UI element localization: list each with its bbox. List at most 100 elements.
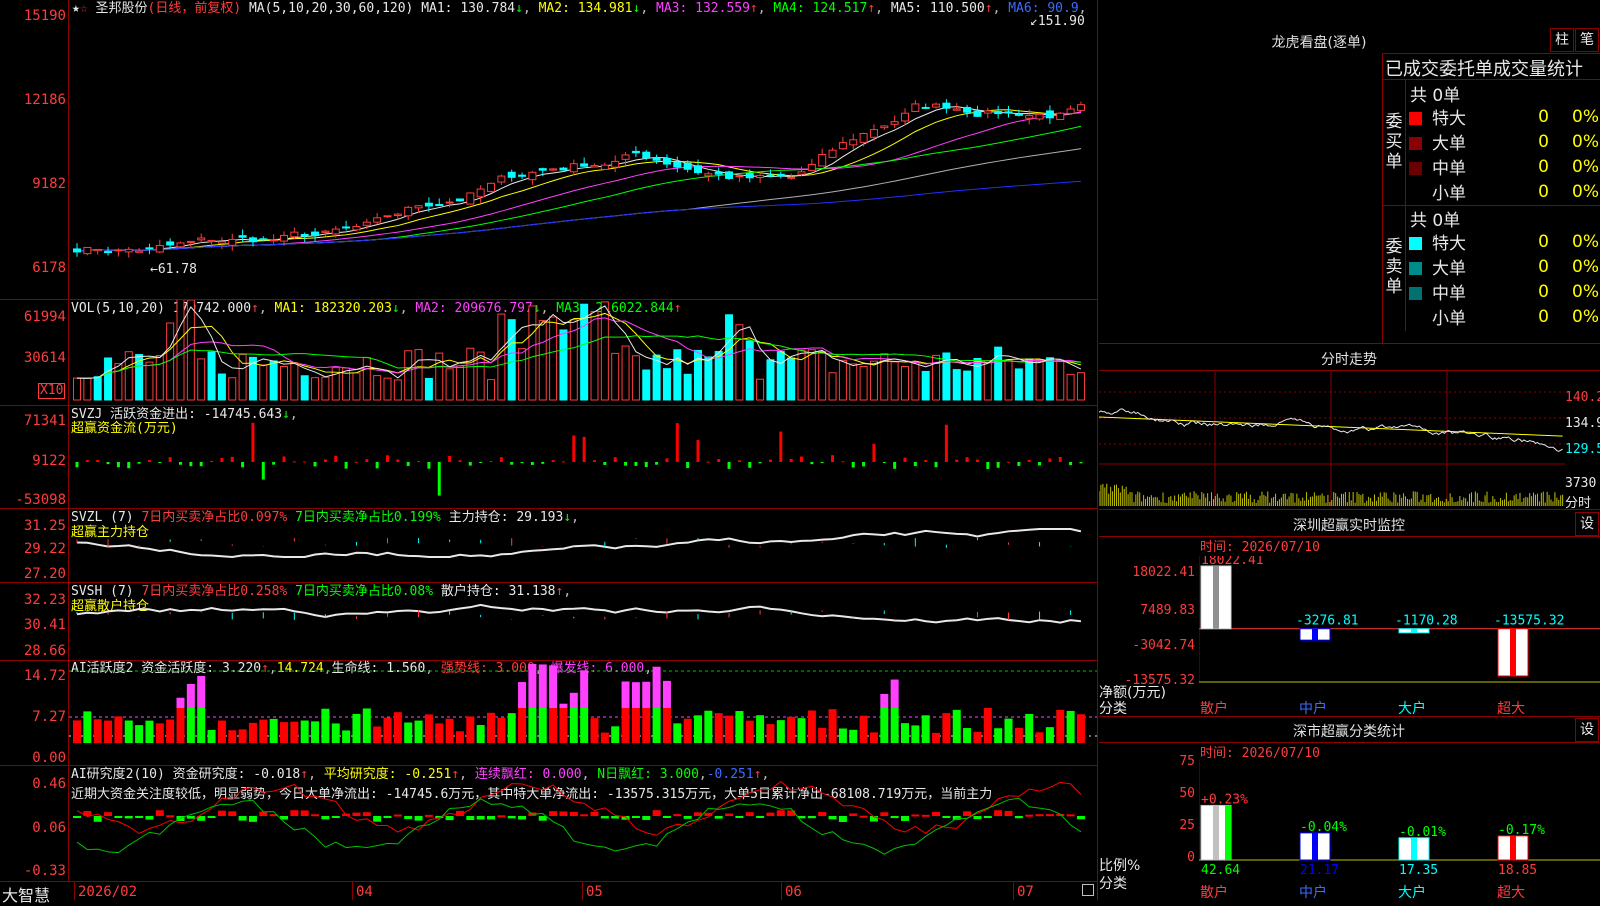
fund-flow-bar xyxy=(903,457,907,462)
volume-bar xyxy=(890,361,899,401)
sz-y-label: 18022.41 xyxy=(1132,565,1195,580)
volume-bar xyxy=(321,376,330,401)
star-icon[interactable]: ☆ xyxy=(80,1,88,16)
fund-flow-bar xyxy=(1058,456,1062,462)
research-bar xyxy=(1025,814,1034,817)
volume-bar xyxy=(1025,358,1034,401)
research-bar xyxy=(642,816,651,820)
main-force-position-chart[interactable] xyxy=(69,509,1097,581)
divider xyxy=(1099,343,1600,344)
intraday-chart[interactable] xyxy=(1099,372,1565,508)
fund-flow-bar xyxy=(499,457,503,462)
research-bar xyxy=(600,816,609,819)
retail-position-chart[interactable] xyxy=(69,583,1097,659)
candle-body xyxy=(787,176,796,179)
activity-bar xyxy=(600,732,609,743)
activity-bar xyxy=(104,720,113,743)
sc-ratio-bar-chart[interactable]: +0.23% 42.64 -0.04% 21.17 -0.01% 17.35 -0.17% 1… xyxy=(1199,760,1600,886)
candle-body xyxy=(93,248,102,252)
candle-body xyxy=(1014,113,1023,116)
research-bar xyxy=(466,816,475,820)
activity-bar xyxy=(321,708,330,743)
sc-cat-label: 分类 xyxy=(1099,876,1127,892)
stock-name[interactable]: 圣邦股份 xyxy=(95,1,147,16)
fund-flow-bar xyxy=(189,462,193,467)
candle-body xyxy=(714,171,723,175)
volume-bar xyxy=(611,352,620,401)
research-bar xyxy=(766,812,775,816)
activity-bar xyxy=(828,709,837,743)
activity-bar-top xyxy=(890,679,899,708)
research-bar xyxy=(228,811,237,816)
candle-body xyxy=(756,175,765,178)
volume-bar xyxy=(901,366,909,401)
vol-y-label: 30614 xyxy=(23,350,66,366)
sc-settings-button[interactable]: 设 xyxy=(1575,718,1599,742)
activity-bar xyxy=(559,708,568,743)
fund-flow-bar xyxy=(975,459,979,462)
volume-bar xyxy=(455,365,464,401)
sz-time: 时间: 2026/07/10 xyxy=(1200,540,1320,555)
sc-bar-core xyxy=(1312,832,1318,860)
ai-active-y-label: 14.72 xyxy=(23,668,66,684)
activity-bar xyxy=(73,720,81,743)
sz-y-label: 7489.83 xyxy=(1140,603,1195,618)
candle-body xyxy=(694,165,702,174)
volume-bar xyxy=(393,379,402,401)
fund-flow-bar xyxy=(261,462,265,480)
sz-category: 散户 xyxy=(1200,701,1228,717)
volume-bar xyxy=(714,350,723,401)
activity-bar xyxy=(952,709,961,743)
research-bar xyxy=(166,815,175,818)
candle-body xyxy=(1025,115,1034,119)
buy-side-label: 委买单 xyxy=(1385,112,1403,172)
star-icon[interactable]: ★ xyxy=(72,1,80,16)
candle-body xyxy=(248,237,257,243)
sz-settings-button[interactable]: 设 xyxy=(1575,512,1599,536)
research-bar xyxy=(373,816,382,822)
intraday-y-label: 129.5 xyxy=(1565,442,1600,457)
chart-area[interactable]: ★☆ 圣邦股份(日线，前复权) MA(5,10,20,30,60,120) MA… xyxy=(0,0,1098,905)
period-label: (日线，前复权) xyxy=(147,1,242,16)
sc-bar-value: 18.85 xyxy=(1498,863,1537,878)
fund-flow-bar xyxy=(365,459,369,462)
sz-net-bar-chart[interactable]: 18022.41 -3276.81 -1170.28 -13575.32 xyxy=(1199,556,1600,688)
sell-total: 共 0单 xyxy=(1410,211,1461,231)
sz-bar-core xyxy=(1312,628,1318,641)
candle-body xyxy=(228,238,237,246)
ai-research-chart[interactable] xyxy=(69,766,1097,881)
volume-bar xyxy=(642,369,651,401)
research-bar xyxy=(217,810,226,816)
ai-activity-chart[interactable] xyxy=(69,661,1097,765)
bar-mode-button[interactable]: 柱 xyxy=(1550,28,1574,52)
volume-bar xyxy=(807,349,816,401)
candle-body xyxy=(1056,112,1065,121)
activity-bar-top xyxy=(662,680,671,708)
activity-bar xyxy=(890,708,899,743)
sc-category: 中户 xyxy=(1299,885,1327,901)
volume-bar xyxy=(373,375,382,401)
sc-bar-change xyxy=(1225,805,1231,860)
sc-change-label: -0.17% xyxy=(1498,823,1545,838)
activity-bar xyxy=(124,720,133,743)
fund-flow-bar xyxy=(179,462,182,465)
ai-research-y-label: 0.46 xyxy=(32,776,66,792)
activity-bar xyxy=(983,708,992,743)
research-bar xyxy=(549,811,558,816)
scroll-lock-icon[interactable] xyxy=(1082,884,1094,896)
ma-params: MA(5,10,20,30,60,120) xyxy=(248,1,414,16)
volume-chart[interactable] xyxy=(69,300,1097,404)
candle-body xyxy=(828,149,837,158)
volume-bar xyxy=(549,316,558,401)
volume-bar xyxy=(787,357,796,401)
activity-bar xyxy=(497,717,506,743)
candle-body xyxy=(963,106,972,113)
candlestick-chart[interactable] xyxy=(69,18,1097,298)
candle-body xyxy=(114,249,123,252)
fund-flow-chart[interactable] xyxy=(69,406,1097,507)
stroke-mode-button[interactable]: 笔 xyxy=(1575,28,1599,52)
candle-body xyxy=(921,106,930,109)
research-bar xyxy=(787,810,796,816)
fund-flow-bar xyxy=(944,424,948,462)
research-bar xyxy=(901,816,909,821)
